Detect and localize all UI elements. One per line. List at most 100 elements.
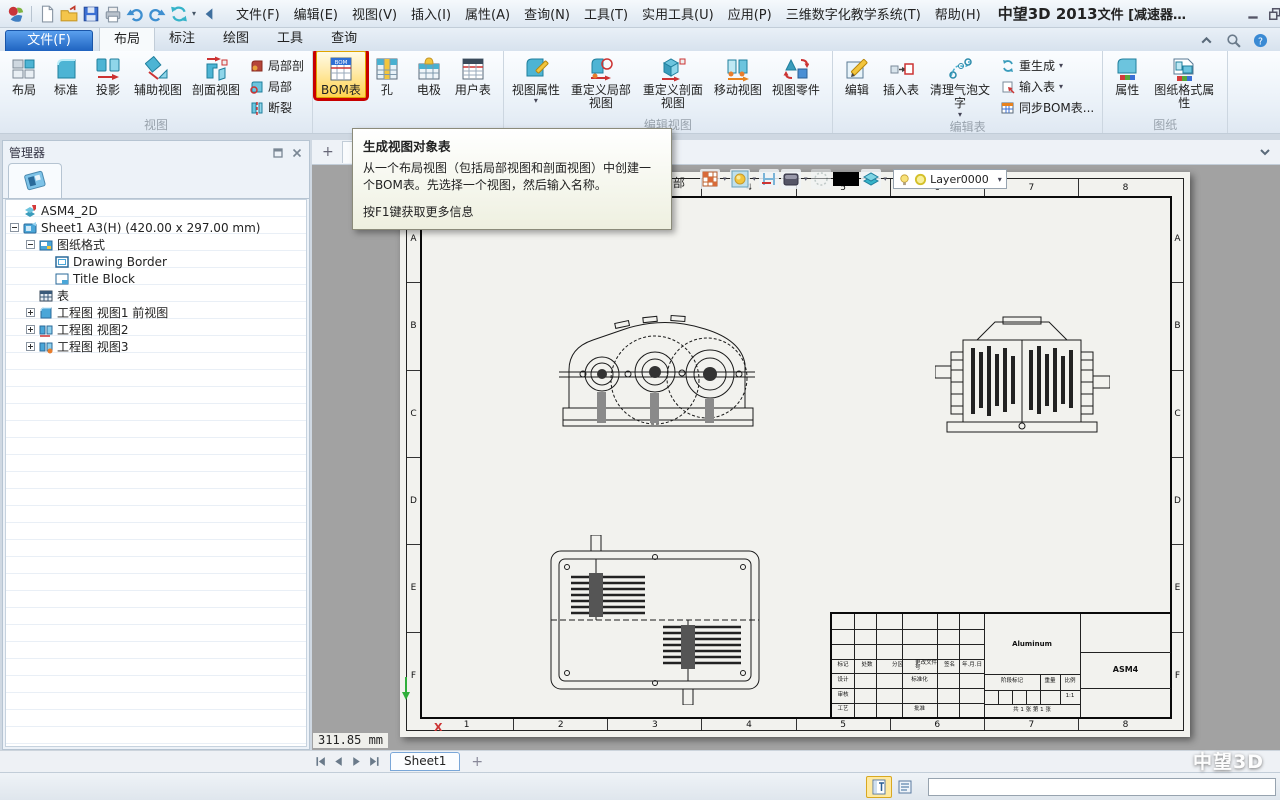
layer-combo[interactable]: Layer0000	[893, 169, 1007, 189]
menu-item[interactable]: 查询(N)	[517, 1, 577, 26]
ribbon-button[interactable]: 重定义剖面视图	[637, 51, 709, 112]
list-mode-button[interactable]	[892, 776, 918, 798]
ribbon-tab[interactable]: 标注	[155, 24, 209, 51]
ribbon-tab[interactable]: 布局	[99, 24, 155, 51]
tree-expander[interactable]	[26, 240, 35, 249]
grid-snap-icon[interactable]	[700, 169, 720, 189]
manager-tree-tab[interactable]	[8, 163, 62, 198]
ribbon-button[interactable]: 视图属性	[507, 51, 565, 112]
shade-mode-icon[interactable]	[781, 169, 801, 189]
tree-item[interactable]: 图纸格式	[6, 236, 306, 253]
chevron-down-icon[interactable]	[998, 175, 1002, 184]
ribbon-button[interactable]: 孔	[366, 51, 408, 98]
dropdown-arrow-icon[interactable]: ▾	[803, 175, 809, 183]
menu-item[interactable]: 工具(T)	[577, 1, 635, 26]
menu-item[interactable]: 实用工具(U)	[635, 1, 721, 26]
layer-stack-icon[interactable]	[861, 169, 881, 189]
search-icon[interactable]	[1226, 33, 1241, 48]
ribbon-tab[interactable]: 查询	[317, 24, 371, 51]
hatch-style-icon[interactable]	[759, 169, 779, 189]
ribbon-button[interactable]: 插入表	[878, 51, 924, 120]
add-document-icon[interactable]: +	[322, 145, 334, 159]
ribbon-button[interactable]: 布局	[3, 51, 45, 98]
help-icon[interactable]: ?	[1253, 33, 1268, 48]
tree-item[interactable]: 工程图 视图3	[6, 338, 306, 355]
ribbon-small-button[interactable]: 输入表	[998, 77, 1097, 96]
file-menu-button[interactable]: 文件(F)	[5, 30, 93, 51]
ribbon-small-button[interactable]: 同步BOM表...	[998, 98, 1097, 117]
sheet-prev-icon[interactable]	[332, 755, 345, 768]
ribbon-button[interactable]: 剖面视图	[187, 51, 245, 98]
tree-item[interactable]: ASM4_2D	[6, 202, 306, 219]
dropdown-arrow-icon[interactable]	[958, 111, 962, 119]
side-view-drawing[interactable]	[935, 310, 1110, 438]
ribbon-tab[interactable]: 工具	[263, 24, 317, 51]
menu-item[interactable]: 编辑(E)	[287, 1, 345, 26]
save-icon[interactable]	[82, 5, 100, 23]
ribbon-button[interactable]: 用户表	[450, 51, 496, 98]
ribbon-small-button[interactable]: 断裂	[247, 98, 307, 117]
tree-expander[interactable]	[10, 223, 19, 232]
dropdown-arrow-icon[interactable]: ▾	[752, 175, 758, 183]
ribbon-button[interactable]: 图纸格式属性	[1148, 51, 1220, 112]
chevron-up-icon[interactable]	[1199, 33, 1214, 48]
undo-icon[interactable]	[126, 5, 144, 23]
tree-item[interactable]: 工程图 视图1 前视图	[6, 304, 306, 321]
ribbon-small-button[interactable]: 局部剖	[247, 56, 307, 75]
menu-item[interactable]: 插入(I)	[404, 1, 458, 26]
tree-item[interactable]: Drawing Border	[6, 253, 306, 270]
sheet-first-icon[interactable]	[314, 755, 327, 768]
panel-float-icon[interactable]	[272, 147, 284, 159]
tree-item[interactable]: 表	[6, 287, 306, 304]
menu-item[interactable]: 视图(V)	[345, 1, 404, 26]
ribbon-small-button[interactable]: 局部	[247, 77, 307, 96]
regen-refresh-icon[interactable]	[170, 5, 188, 23]
panel-close-icon[interactable]	[291, 147, 303, 159]
ribbon-button[interactable]: BOM BOM表	[316, 51, 366, 98]
sheet-next-icon[interactable]	[350, 755, 363, 768]
tree-item[interactable]: Sheet1 A3(H) (420.00 x 297.00 mm)	[6, 219, 306, 236]
ribbon-button[interactable]: 属性	[1106, 51, 1148, 112]
tree-expander[interactable]	[26, 325, 35, 334]
sheet-tab[interactable]: Sheet1	[390, 752, 460, 771]
ribbon-button[interactable]: 电极	[408, 51, 450, 98]
menu-item[interactable]: 应用(P)	[721, 1, 779, 26]
top-view-drawing[interactable]	[545, 535, 765, 705]
chevron-down-icon[interactable]	[1258, 145, 1272, 159]
dropdown-arrow-icon[interactable]	[1059, 82, 1063, 91]
menu-item[interactable]: 帮助(H)	[928, 1, 988, 26]
tree-expander[interactable]	[26, 308, 35, 317]
sheet-last-icon[interactable]	[368, 755, 381, 768]
ribbon-button[interactable]: 投影	[87, 51, 129, 98]
open-file-icon[interactable]	[60, 5, 78, 23]
dropdown-arrow-icon[interactable]: ▾	[722, 175, 728, 183]
ribbon-button[interactable]: 移动视图	[709, 51, 767, 112]
sheet-paper[interactable]: 12345678 12345678 ABCDEF ABCDEF	[400, 172, 1190, 737]
ribbon-button[interactable]: 清理气泡文字	[924, 51, 996, 120]
new-file-icon[interactable]	[38, 5, 56, 23]
collapse-left-icon[interactable]	[200, 5, 218, 23]
minimize-icon[interactable]	[1246, 7, 1260, 21]
menu-item[interactable]: 属性(A)	[458, 1, 517, 26]
text-mode-button[interactable]	[866, 776, 892, 798]
print-icon[interactable]	[104, 5, 122, 23]
title-block[interactable]: 标记处数分区更改文件号签名年.月.日 设计 标准化 审核 工艺 批准 阶段标记 …	[830, 612, 1172, 719]
dropdown-arrow-icon[interactable]	[534, 97, 538, 105]
ribbon-button[interactable]: 编辑	[836, 51, 878, 120]
qat-dropdown-icon[interactable]: ▾	[192, 9, 196, 18]
front-view-drawing[interactable]	[555, 312, 760, 434]
ribbon-button[interactable]: 标准	[45, 51, 87, 98]
command-input[interactable]	[928, 778, 1276, 796]
dropdown-arrow-icon[interactable]	[1059, 61, 1063, 70]
tree-item[interactable]: Title Block	[6, 270, 306, 287]
tree-item[interactable]: 工程图 视图2	[6, 321, 306, 338]
ribbon-button[interactable]: 重定义局部视图	[565, 51, 637, 112]
redo-icon[interactable]	[148, 5, 166, 23]
tree-expander[interactable]	[26, 342, 35, 351]
ribbon-tab[interactable]: 绘图	[209, 24, 263, 51]
ribbon-small-button[interactable]: 重生成	[998, 56, 1097, 75]
drawing-canvas[interactable]: 12345678 12345678 ABCDEF ABCDEF	[312, 165, 1280, 750]
dropdown-arrow-icon[interactable]: ▾	[883, 175, 889, 183]
restore-icon[interactable]	[1268, 7, 1280, 21]
ribbon-button[interactable]: 视图零件	[767, 51, 825, 112]
